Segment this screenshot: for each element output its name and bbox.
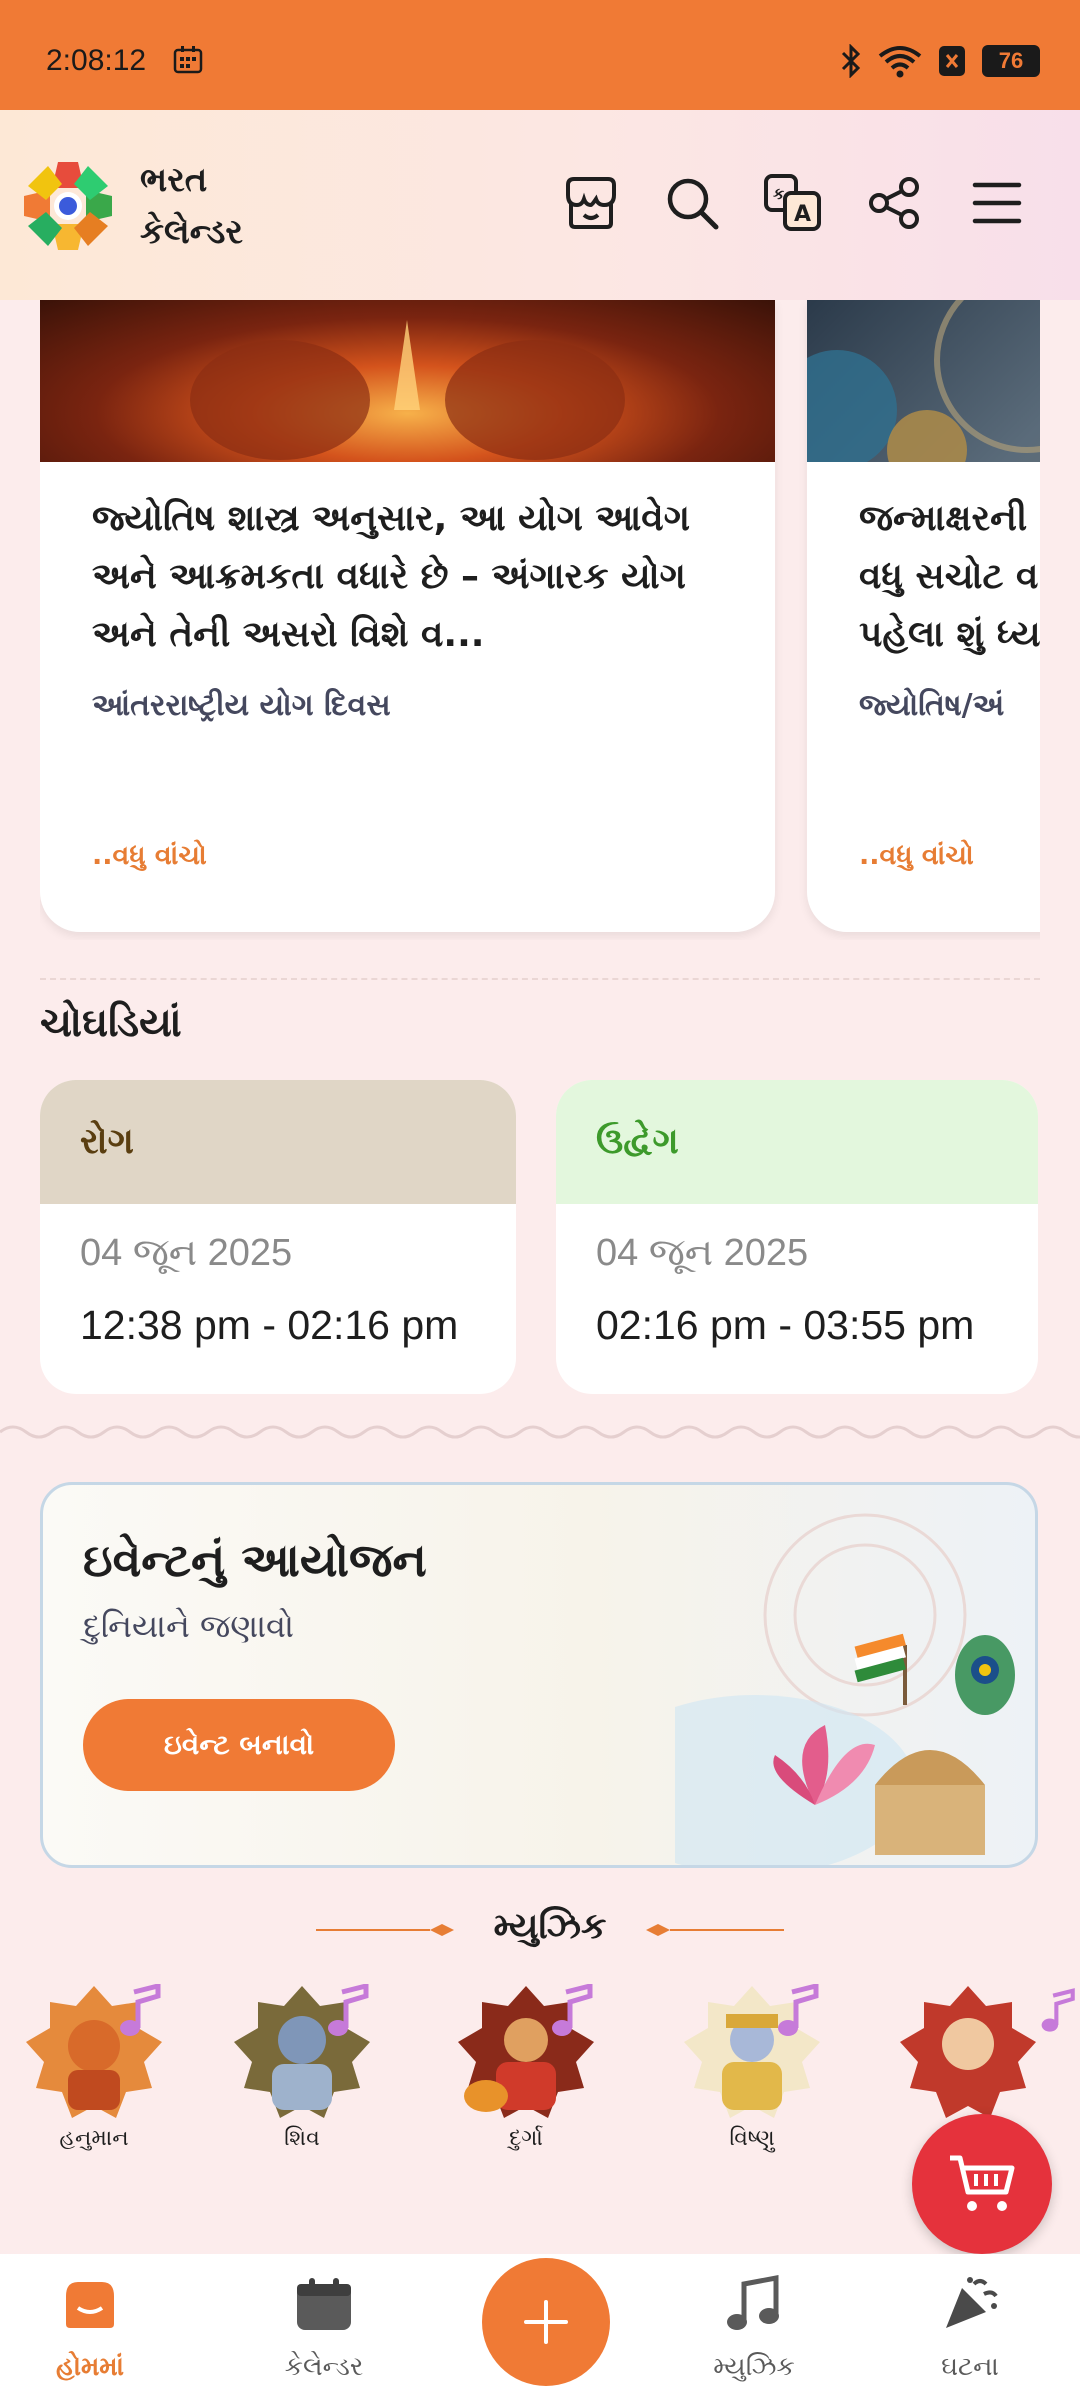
choghadiya-name: ઉદ્વેગ <box>556 1080 1038 1204</box>
plus-icon <box>524 2300 568 2344</box>
notification-icon <box>173 46 203 74</box>
app-logo <box>24 162 112 250</box>
svg-text:A: A <box>794 202 811 227</box>
app-header: ભરત કેલેન્ડર ક A <box>0 110 1080 300</box>
wifi-icon <box>878 46 922 78</box>
article-image <box>807 300 1040 490</box>
music-note-icon <box>778 1984 819 2036</box>
festival-illustration <box>675 1513 1015 1865</box>
music-note-icon <box>552 1984 593 2036</box>
deity-name: હનુમાન <box>59 2126 129 2151</box>
nav-calendar[interactable]: કેલેન્ડર <box>234 2272 414 2392</box>
share-icon[interactable] <box>860 168 930 238</box>
brand-line-1: ભરત <box>140 160 208 200</box>
choghadiya-date: 04 જૂન 2025 <box>596 1232 809 1274</box>
read-more-link[interactable]: ..વધુ વાંચો <box>92 840 207 872</box>
create-event-button[interactable]: ઇવેન્ટ બનાવો <box>83 1699 395 1791</box>
app-brand-name: ભરત કેલેન્ડર <box>140 154 243 258</box>
nav-music[interactable]: મ્યુઝિક <box>664 2272 844 2392</box>
deity-name: શિવ <box>284 2126 320 2151</box>
svg-text:ક: ક <box>773 184 785 203</box>
article-image <box>40 300 775 462</box>
deity-image <box>900 1986 1036 2118</box>
calendar-icon <box>297 2278 351 2330</box>
nav-events[interactable]: ઘટના <box>880 2272 1060 2392</box>
status-bar: 2:08:12 76 <box>0 0 1080 110</box>
music-item-durga[interactable]: દુર્ગા <box>456 1984 596 2154</box>
menu-icon[interactable] <box>962 168 1032 238</box>
music-note-icon <box>120 1984 161 2036</box>
music-note-icon <box>1041 1988 1075 2032</box>
nav-home[interactable]: હોમમાં <box>0 2272 180 2392</box>
nav-home-label: હોમમાં <box>55 2352 125 2382</box>
choghadiya-card[interactable]: ઉદ્વેગ 04 જૂન 2025 02:16 pm - 03:55 pm <box>556 1080 1038 1394</box>
music-note-icon <box>328 1984 369 2036</box>
music-icon <box>727 2274 779 2330</box>
brand-line-2: કેલેન્ડર <box>140 212 243 252</box>
translate-icon[interactable]: ક A <box>758 168 828 238</box>
event-banner: ઇવેન્ટનું આયોજન દુનિયાને જણાવો ઇવેન્ટ બન… <box>40 1482 1038 1868</box>
article-category: આંતરરાષ્ટ્રીય યોગ દિવસ <box>92 688 391 723</box>
cart-button[interactable] <box>912 2114 1052 2254</box>
search-icon[interactable] <box>657 168 727 238</box>
nav-music-label: મ્યુઝિક <box>713 2352 795 2382</box>
choghadiya-time: 02:16 pm - 03:55 pm <box>596 1302 975 1348</box>
choghadiya-time: 12:38 pm - 02:16 pm <box>80 1302 459 1348</box>
event-subtitle: દુનિયાને જણાવો <box>83 1607 294 1645</box>
nav-events-label: ઘટના <box>941 2352 999 2382</box>
store-icon[interactable] <box>556 168 626 238</box>
article-title: જન્માક્ષરની વધુ સચોટ વ પહેલા શું ધ્ય <box>859 498 1040 655</box>
music-title: મ્યુઝિક <box>493 1906 607 1947</box>
status-time: 2:08:12 <box>46 44 147 77</box>
choghadiya-title: ચોઘડિયાં <box>40 1000 182 1046</box>
party-popper-icon <box>946 2277 998 2328</box>
deity-name: વિષ્ણુ <box>729 2126 775 2151</box>
section-divider <box>40 978 1040 980</box>
article-card[interactable]: જ્યોતિષ શાસ્ત્ર અનુસાર, આ યોગ આવેગ અને આ… <box>40 300 775 932</box>
article-card[interactable]: જન્માક્ષરની વધુ સચોટ વ પહેલા શું ધ્ય જ્ય… <box>807 300 1040 932</box>
cart-icon <box>950 2155 1015 2211</box>
article-carousel[interactable]: જ્યોતિષ શાસ્ત્ર અનુસાર, આ યોગ આવેગ અને આ… <box>40 300 1040 940</box>
add-button[interactable] <box>482 2258 610 2386</box>
music-item-shiva[interactable]: શિવ <box>232 1984 372 2154</box>
battery-indicator: 76 <box>982 45 1040 77</box>
article-category: જ્યોતિષ/અં <box>859 688 1005 723</box>
music-section-header: મ્યુઝિક <box>310 1906 790 1956</box>
music-item-vishnu[interactable]: વિષ્ણુ <box>682 1984 822 2154</box>
bluetooth-icon <box>841 44 861 78</box>
event-title: ઇવેન્ટનું આયોજન <box>83 1533 427 1587</box>
choghadiya-card[interactable]: રોગ 04 જૂન 2025 12:38 pm - 02:16 pm <box>40 1080 516 1394</box>
wave-divider <box>0 1425 1080 1439</box>
read-more-link[interactable]: ..વધુ વાંચો <box>859 840 974 872</box>
no-sim-icon <box>939 46 965 76</box>
nav-calendar-label: કેલેન્ડર <box>284 2352 364 2382</box>
article-title: જ્યોતિષ શાસ્ત્ર અનુસાર, આ યોગ આવેગ અને આ… <box>92 498 690 655</box>
choghadiya-name: રોગ <box>40 1080 516 1204</box>
music-item-hanuman[interactable]: હનુમાન <box>24 1984 164 2154</box>
home-icon <box>66 2282 114 2328</box>
deity-name: દુર્ગા <box>509 2126 543 2151</box>
choghadiya-date: 04 જૂન 2025 <box>80 1232 293 1274</box>
